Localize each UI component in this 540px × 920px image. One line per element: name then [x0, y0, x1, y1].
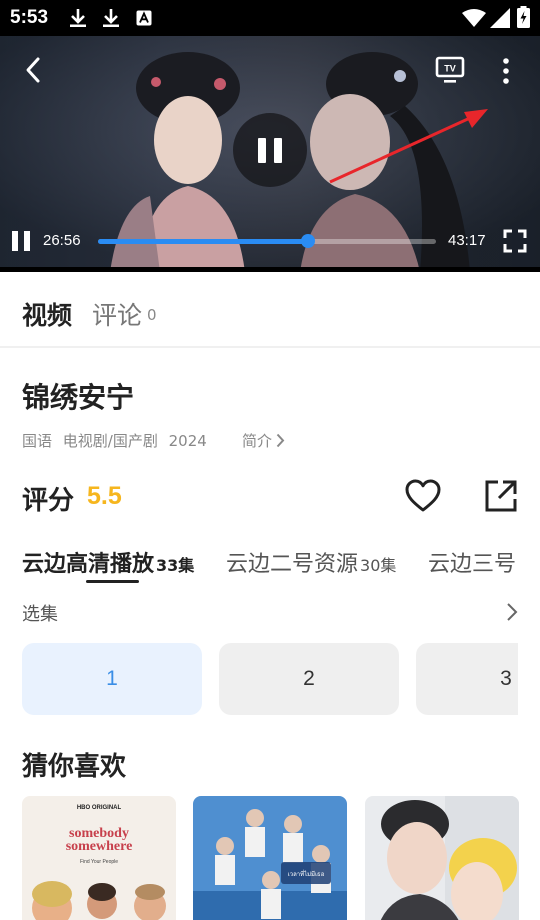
- intro-label: 简介: [242, 432, 273, 450]
- recommendation-card-3[interactable]: [365, 796, 519, 920]
- total-time: 43:17: [448, 232, 486, 249]
- fullscreen-icon[interactable]: [503, 229, 527, 253]
- detail-tabs: 视频 评论 0: [0, 272, 540, 348]
- show-title: 锦绣安宁: [22, 381, 135, 414]
- wifi-icon: [462, 9, 486, 27]
- status-bar: 5:53: [0, 0, 540, 36]
- episode-button-2[interactable]: 2: [219, 643, 399, 715]
- poster-caption: เวลาที่ไม่มีเธอ: [288, 870, 325, 878]
- seek-thumb[interactable]: [300, 234, 315, 248]
- poster-title: somebody somewhere: [66, 826, 133, 854]
- pause-icon-bar: [274, 138, 282, 163]
- download-icon: [103, 9, 119, 27]
- source-name: 云边高清播放: [22, 552, 155, 577]
- poster-image: เวลาที่ไม่มีเธอ: [193, 796, 347, 920]
- video-player[interactable]: TV 26:56 43:17: [0, 36, 540, 272]
- comments-count: 0: [147, 306, 157, 324]
- source-name: 云边二号资源: [226, 552, 359, 577]
- pause-icon[interactable]: [12, 231, 30, 251]
- status-time: 5:53: [10, 7, 49, 28]
- heart-icon[interactable]: [404, 478, 442, 514]
- tab-video[interactable]: 视频: [22, 296, 72, 332]
- more-vertical-icon[interactable]: [495, 56, 517, 86]
- poster-tagline: Find Your People: [80, 859, 118, 865]
- episodes-label: 选集: [22, 604, 58, 625]
- chevron-left-icon[interactable]: [20, 54, 48, 86]
- current-time: 26:56: [43, 232, 81, 249]
- source-tab-1[interactable]: 云边高清播放 33集: [22, 546, 194, 578]
- download-icon: [70, 9, 86, 27]
- source-episode-count: 30集: [360, 556, 397, 575]
- seek-progress: [98, 239, 308, 244]
- rating-value: 5.5: [87, 482, 122, 510]
- seek-bar[interactable]: [98, 234, 436, 248]
- recommendation-card-1[interactable]: HBO ORIGINAL somebody somewhere Find Your…: [22, 796, 176, 920]
- pause-icon-bar: [258, 138, 266, 163]
- pause-icon-bar: [24, 231, 30, 251]
- episode-list: 1 2 3: [0, 643, 518, 715]
- center-pause-button[interactable]: [233, 113, 307, 187]
- active-source-indicator: [86, 580, 139, 583]
- show-genre: 电视剧/国产剧: [62, 432, 158, 450]
- battery-charging-icon: [517, 6, 530, 28]
- show-meta: 国语 电视剧/国产剧 2024: [22, 430, 213, 451]
- intro-link[interactable]: 简介: [242, 430, 285, 451]
- show-language: 国语: [22, 432, 53, 450]
- recommendations-title: 猜你喜欢: [22, 752, 127, 782]
- source-episode-count: 33集: [156, 556, 195, 575]
- source-tab-3[interactable]: 云边三号: [428, 546, 518, 578]
- signal-icon: [490, 8, 510, 28]
- pause-icon-bar: [12, 231, 18, 251]
- episode-button-1[interactable]: 1: [22, 643, 202, 715]
- tab-comments[interactable]: 评论: [92, 296, 142, 332]
- source-name: 云边三号: [428, 552, 517, 577]
- source-tab-2[interactable]: 云边二号资源 30集: [226, 546, 396, 578]
- share-icon[interactable]: [484, 479, 518, 513]
- rating-label: 评分: [22, 486, 75, 516]
- poster-image: [365, 796, 519, 920]
- tv-icon[interactable]: TV: [435, 56, 465, 84]
- tv-icon-label: TV: [444, 64, 456, 74]
- show-year: 2024: [168, 432, 207, 450]
- recommendation-card-2[interactable]: เวลาที่ไม่มีเธอ: [193, 796, 347, 920]
- episode-button-3[interactable]: 3: [416, 643, 518, 715]
- text-a-icon: [136, 10, 152, 26]
- chevron-right-icon: [276, 433, 285, 448]
- chevron-right-icon[interactable]: [506, 602, 518, 622]
- source-tabs: 云边高清播放 33集 云边二号资源 30集 云边三号: [0, 540, 540, 586]
- poster-brand: HBO ORIGINAL: [77, 805, 122, 811]
- poster-image: HBO ORIGINAL somebody somewhere Find Your…: [22, 796, 176, 920]
